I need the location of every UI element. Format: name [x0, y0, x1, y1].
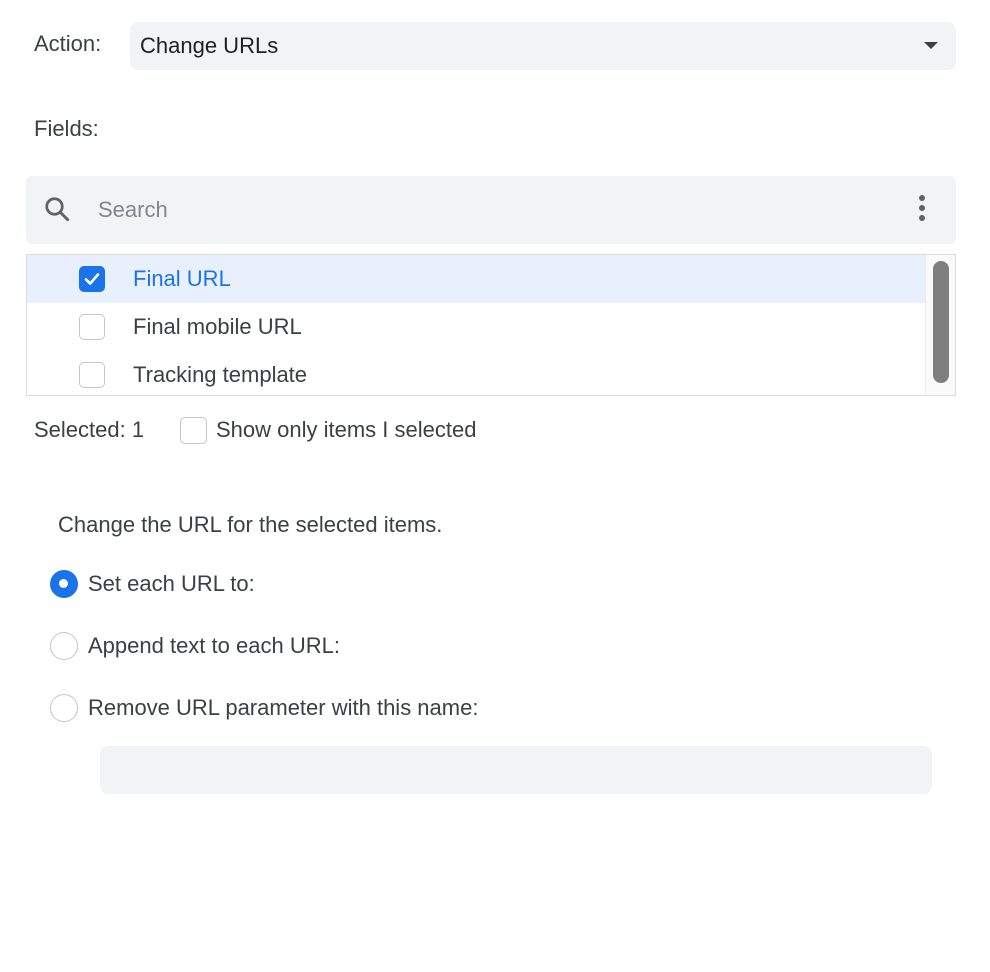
selected-count: Selected: 1	[34, 417, 145, 442]
action-selected-value: Change URLs	[140, 33, 279, 58]
radio-button[interactable]	[50, 694, 78, 722]
checkbox[interactable]	[79, 362, 105, 388]
action-dropdown[interactable]: Change URLs	[130, 22, 956, 70]
checkbox-checked[interactable]	[79, 266, 105, 292]
search-icon	[42, 194, 72, 224]
search-input[interactable]	[98, 195, 858, 225]
radio-button-selected[interactable]	[50, 570, 78, 598]
field-item-final-mobile-url[interactable]: Final mobile URL	[27, 303, 925, 351]
scrollbar-thumb[interactable]	[933, 261, 949, 383]
scrollbar-track[interactable]	[925, 255, 955, 395]
field-item-final-url[interactable]: Final URL	[27, 255, 925, 303]
option-label: Remove URL parameter with this name:	[88, 695, 479, 720]
radio-button[interactable]	[50, 632, 78, 660]
option-label: Append text to each URL:	[88, 633, 340, 658]
checkbox[interactable]	[79, 314, 105, 340]
field-item-label: Final URL	[133, 266, 231, 291]
show-only-selected-checkbox[interactable]	[180, 417, 207, 444]
more-vert-icon[interactable]	[910, 193, 934, 223]
field-item-label: Final mobile URL	[133, 314, 302, 339]
url-value-input[interactable]	[100, 746, 932, 794]
field-item-tracking-template[interactable]: Tracking template	[27, 351, 925, 395]
fields-label: Fields:	[34, 116, 99, 141]
url-change-description: Change the URL for the selected items.	[58, 512, 443, 537]
field-item-label: Tracking template	[133, 362, 308, 387]
field-list: Final URL Final mobile URL Tracking temp…	[26, 254, 956, 396]
check-icon	[84, 273, 100, 285]
option-label: Set each URL to:	[88, 571, 255, 596]
caret-down-icon	[924, 42, 938, 49]
action-label: Action:	[34, 31, 102, 56]
show-only-selected-label: Show only items I selected	[216, 417, 477, 442]
